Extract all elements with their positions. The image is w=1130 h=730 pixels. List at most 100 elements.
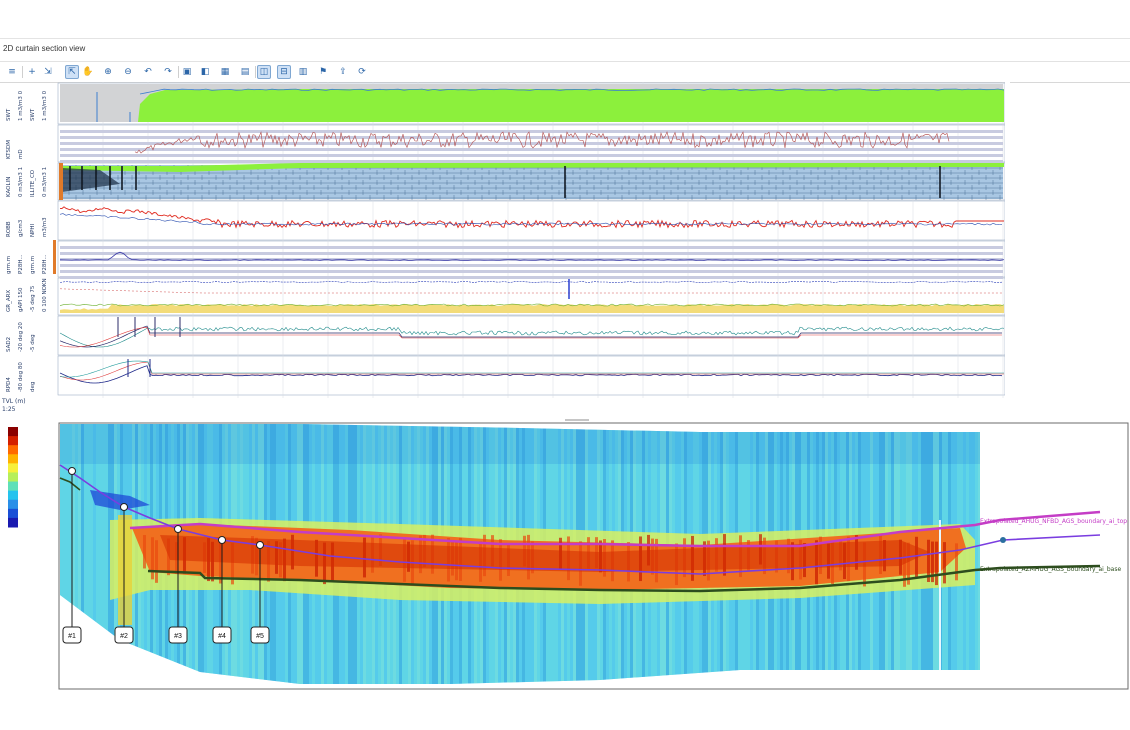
curtain-streak: [459, 424, 462, 684]
curtain-streak: [177, 424, 180, 684]
curtain-streak: [195, 424, 198, 684]
split-vertical-icon[interactable]: ◫: [257, 65, 271, 79]
curtain-streak: [807, 424, 810, 684]
p28-band: [60, 264, 1003, 267]
colorbar-segment: [8, 499, 18, 510]
well-marker[interactable]: #2: [114, 503, 134, 644]
reservoir-streak: [527, 534, 530, 580]
yellow-column: [118, 515, 132, 625]
reservoir-streak: [423, 534, 426, 568]
reservoir-core: [160, 535, 930, 572]
table-icon[interactable]: ▥: [296, 65, 310, 79]
curtain-streak: [870, 424, 873, 684]
reservoir-streak: [459, 537, 462, 581]
reservoir-streak: [675, 543, 678, 586]
curtain-streak: [393, 424, 396, 684]
curtain-streak: [582, 424, 585, 684]
reservoir-streak: [863, 542, 866, 587]
curtain-streak: [900, 424, 903, 684]
reservoir-streak: [587, 537, 590, 569]
curtain-streak: [822, 424, 825, 684]
curtain-streak: [531, 424, 534, 684]
curtain-streak: [738, 424, 741, 684]
curtain-streak: [774, 424, 777, 684]
reservoir-streak: [603, 539, 606, 577]
reservoir-streak: [291, 534, 294, 570]
curtain-streak: [804, 424, 807, 684]
boundary-base-label: Extrapolated_AZMHUG_AGS_boundary_ai_base: [980, 566, 1122, 573]
upload-icon[interactable]: ⇪: [336, 65, 350, 79]
well-trajectory: [59, 464, 1101, 575]
curtain-streak: [708, 424, 711, 684]
reservoir-streak: [403, 537, 406, 582]
curtain-streak: [948, 424, 951, 684]
curtain-streak: [849, 424, 852, 684]
ktsdm-band: [60, 136, 1003, 139]
curtain-streak: [330, 424, 333, 684]
curtain-streak: [159, 424, 162, 684]
fit-icon[interactable]: ◧: [198, 65, 212, 79]
track-rob: [57, 200, 1006, 241]
curtain-streak: [852, 424, 855, 684]
reservoir-streak: [483, 534, 486, 577]
curtain-streak: [174, 424, 177, 684]
curtain-streak: [216, 424, 219, 684]
well-marker[interactable]: #3: [168, 525, 188, 644]
curtain-streak: [108, 424, 111, 684]
panel-splitter[interactable]: [565, 419, 589, 421]
reservoir-streak: [787, 538, 790, 574]
curtain-streak: [327, 424, 330, 684]
curtain-streak: [681, 424, 684, 684]
well-marker[interactable]: #4: [212, 536, 232, 644]
pointer-icon[interactable]: ⇱: [65, 65, 79, 79]
well-marker[interactable]: #5: [250, 541, 270, 644]
curtain-streak: [927, 424, 930, 684]
reservoir-streak: [883, 540, 886, 572]
curtain-streak: [453, 424, 456, 684]
curtain-streak: [696, 424, 699, 684]
curtain-streak: [777, 424, 780, 684]
layout-icon[interactable]: ▦: [218, 65, 232, 79]
curtain-streak: [564, 424, 567, 684]
marker-label: #5: [256, 633, 264, 640]
curtain-streak: [903, 424, 906, 684]
grid-icon[interactable]: ▤: [238, 65, 252, 79]
curtain-streak: [915, 424, 918, 684]
curtain-streak: [792, 424, 795, 684]
curtain-streak: [345, 424, 348, 684]
reservoir-streak: [363, 537, 366, 578]
curtain-streak: [72, 424, 75, 684]
frame-icon[interactable]: ▣: [180, 65, 194, 79]
reservoir-streak: [707, 540, 710, 581]
zoom-out-icon[interactable]: ⊖: [121, 65, 135, 79]
curtain-streak: [267, 424, 270, 684]
flag-icon[interactable]: ⚑: [316, 65, 330, 79]
curtain-streak: [744, 424, 747, 684]
add-icon[interactable]: +: [25, 65, 39, 79]
curtain-streak: [312, 424, 315, 684]
curtain-streak: [249, 424, 252, 684]
settings-icon[interactable]: ≡: [5, 65, 19, 79]
curtain-streak: [489, 424, 492, 684]
log-tracks-canvas[interactable]: [0, 82, 1010, 402]
hand-icon[interactable]: ✋: [81, 65, 95, 79]
reservoir-streak: [815, 540, 818, 585]
curtain-streak: [786, 424, 789, 684]
zoom-in-icon[interactable]: ⊕: [101, 65, 115, 79]
undo-icon[interactable]: ↶: [141, 65, 155, 79]
curtain-streak: [840, 424, 843, 684]
pan-select-icon[interactable]: ⇲: [41, 65, 55, 79]
marker-label-box: [250, 626, 270, 644]
curtain-streak: [552, 424, 555, 684]
curtain-streak: [750, 424, 753, 684]
reservoir-streak: [559, 537, 562, 569]
boundary-top-line: [129, 510, 1101, 548]
split-horizontal-icon[interactable]: ⊟: [277, 65, 291, 79]
curtain-streak: [126, 424, 129, 684]
refresh-icon[interactable]: ⟳: [355, 65, 369, 79]
well-marker[interactable]: #1: [62, 467, 82, 644]
reservoir-streak: [899, 539, 902, 575]
curtain-streak: [543, 424, 546, 684]
curtain-streak: [384, 424, 387, 684]
redo-icon[interactable]: ↷: [161, 65, 175, 79]
